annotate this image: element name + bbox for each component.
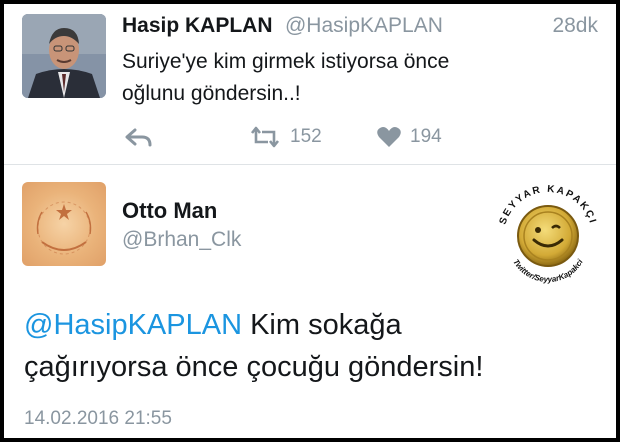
heart-icon xyxy=(377,127,401,147)
avatar[interactable] xyxy=(22,14,106,98)
author-name[interactable]: Hasip KAPLAN xyxy=(122,14,273,37)
tweet-header: Hasip KAPLAN @HasipKAPLAN 28dk xyxy=(122,14,602,44)
tweet-card-hasip[interactable]: Hasip KAPLAN @HasipKAPLAN 28dk Suriye'ye… xyxy=(4,4,616,162)
screenshot-frame: Hasip KAPLAN @HasipKAPLAN 28dk Suriye'ye… xyxy=(4,4,616,438)
tweet-text-line-1: @HasipKAPLAN Kim sokağa xyxy=(24,304,604,346)
tweet-text-line-1: Suriye'ye kim girmek istiyorsa önce xyxy=(122,50,450,73)
tweet-text-rest: Kim sokağa xyxy=(242,309,402,341)
mention-link[interactable]: @HasipKAPLAN xyxy=(24,309,242,341)
tweet-text-line-2: oğlunu göndersin..! xyxy=(122,82,301,105)
tweet-timestamp[interactable]: 28dk xyxy=(552,14,598,38)
avatar-portrait-image xyxy=(22,14,106,98)
avatar[interactable] xyxy=(22,182,106,266)
tweet-text: @HasipKAPLAN Kim sokağa çağırıyorsa önce… xyxy=(24,304,604,388)
tweet-actions: 152 194 xyxy=(122,122,542,152)
author-handle[interactable]: @Brhan_Clk xyxy=(122,228,241,252)
bottle-cap-logo-icon: SEYYAR KAPAKÇI Twitter/SeyyarKapakci xyxy=(498,184,597,284)
author-handle[interactable]: @HasipKAPLAN xyxy=(285,14,443,37)
tweet-text: Suriye'ye kim girmek istiyorsa önce oğlu… xyxy=(122,46,602,110)
retweet-count: 152 xyxy=(290,126,322,147)
reply-icon xyxy=(125,128,152,147)
like-count: 194 xyxy=(410,126,442,147)
tweet-divider xyxy=(4,164,616,165)
retweet-icon xyxy=(250,126,280,148)
author-name[interactable]: Otto Man xyxy=(122,198,217,224)
retweet-button[interactable]: 152 xyxy=(248,122,322,152)
seyyar-kapakci-watermark: SEYYAR KAPAKÇI Twitter/SeyyarKapakci xyxy=(482,170,614,302)
crescent-star-emblem-icon xyxy=(36,201,92,255)
like-button[interactable]: 194 xyxy=(376,122,442,152)
reply-button[interactable] xyxy=(124,122,154,152)
tweet-date[interactable]: 14.02.2016 21:55 xyxy=(24,408,172,430)
tweet-text-line-2: çağırıyorsa önce çocuğu göndersin! xyxy=(24,351,484,383)
